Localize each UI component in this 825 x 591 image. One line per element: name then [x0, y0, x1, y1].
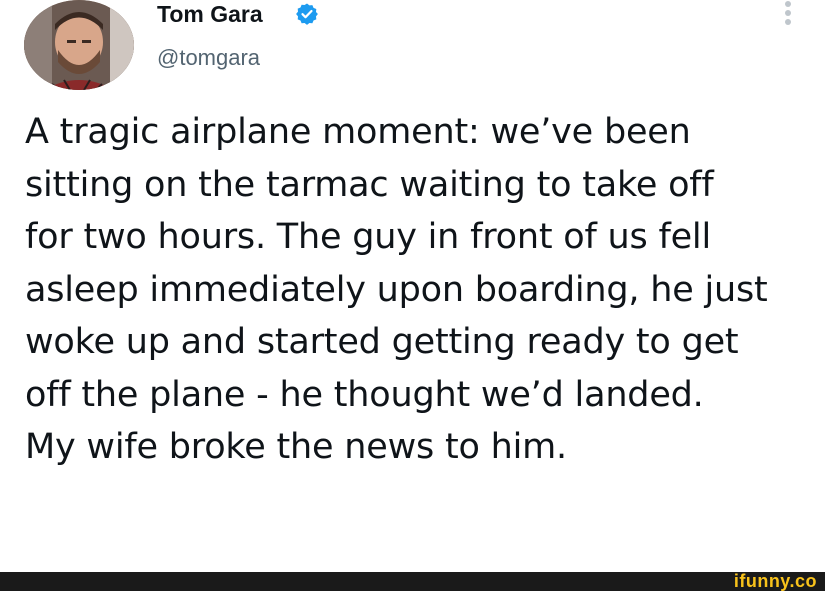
more-options-icon[interactable]	[778, 0, 798, 28]
author-display-name[interactable]: Tom Gara	[157, 0, 263, 28]
author-handle[interactable]: @tomgara	[157, 44, 260, 72]
tweet-header: Tom Gara @tomgara	[0, 0, 825, 100]
ifunny-watermark: ifunny.co	[733, 571, 817, 591]
tweet-text: A tragic airplane moment: we’ve been sit…	[25, 112, 768, 467]
avatar-photo	[24, 0, 134, 90]
verified-badge-icon	[296, 3, 318, 25]
watermark-bar: ifunny.co	[0, 571, 825, 591]
avatar[interactable]	[24, 0, 134, 90]
